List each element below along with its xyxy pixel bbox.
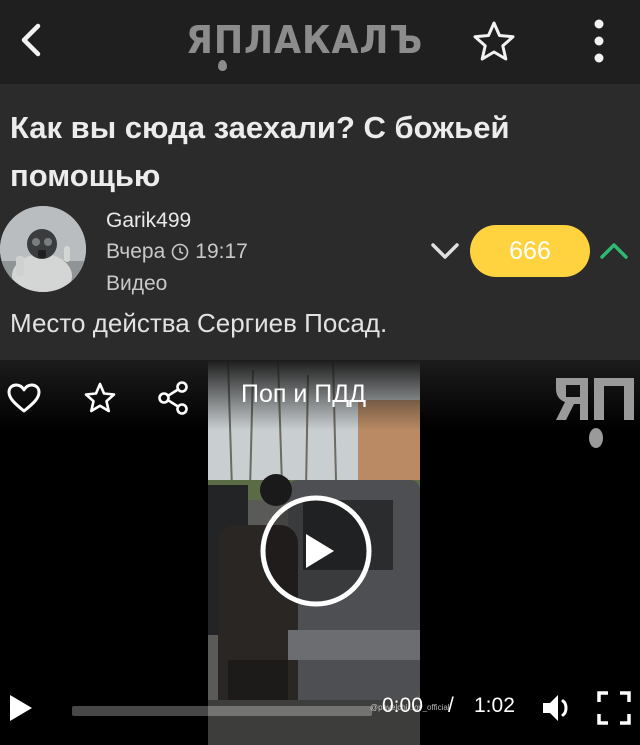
seek-bar[interactable] bbox=[72, 706, 372, 716]
video-title: Поп и ПДД bbox=[241, 380, 367, 408]
logo-drop bbox=[218, 60, 227, 71]
author-avatar[interactable] bbox=[0, 206, 86, 292]
play-icon[interactable] bbox=[6, 692, 34, 724]
video-favorite-star-icon[interactable] bbox=[80, 378, 120, 418]
vote-down-icon[interactable] bbox=[427, 236, 463, 266]
clock-icon bbox=[171, 243, 189, 261]
back-icon[interactable] bbox=[14, 20, 50, 60]
post-date: Вчера 19:17 bbox=[106, 240, 248, 264]
top-bar: ЯПЛАКАЛЪ bbox=[0, 0, 640, 84]
time-separator: / bbox=[448, 694, 454, 717]
like-heart-icon[interactable] bbox=[4, 378, 44, 418]
author-name[interactable]: Garik499 bbox=[106, 209, 191, 233]
avatar-image bbox=[0, 206, 86, 292]
rating-badge: 666 bbox=[470, 225, 590, 277]
site-logo[interactable]: ЯПЛАКАЛЪ bbox=[186, 18, 446, 71]
share-icon[interactable] bbox=[154, 378, 194, 418]
video-controls: 0:00 / 1:02 bbox=[0, 675, 640, 745]
duration: 1:02 bbox=[474, 694, 515, 717]
current-time: 0:00 bbox=[382, 694, 423, 717]
vote-up-icon[interactable] bbox=[596, 236, 632, 266]
site-watermark-logo bbox=[556, 378, 634, 448]
fullscreen-icon[interactable] bbox=[596, 690, 632, 726]
volume-icon[interactable] bbox=[540, 690, 576, 726]
post-title: Как вы сюда заехали? С божьей помощью bbox=[10, 110, 510, 193]
video-player[interactable]: Поп и ПДД @pavelchi...ov_official 0:00 /… bbox=[0, 360, 640, 745]
post-date-label: Вчера bbox=[106, 240, 166, 263]
favorite-star-icon[interactable] bbox=[470, 18, 518, 66]
post-type: Видео bbox=[106, 272, 168, 295]
post-description: Место действа Сергиев Посад. bbox=[10, 308, 388, 338]
play-button-icon[interactable] bbox=[259, 494, 373, 608]
post-time: 19:17 bbox=[195, 240, 248, 263]
more-menu-icon[interactable] bbox=[584, 16, 614, 66]
